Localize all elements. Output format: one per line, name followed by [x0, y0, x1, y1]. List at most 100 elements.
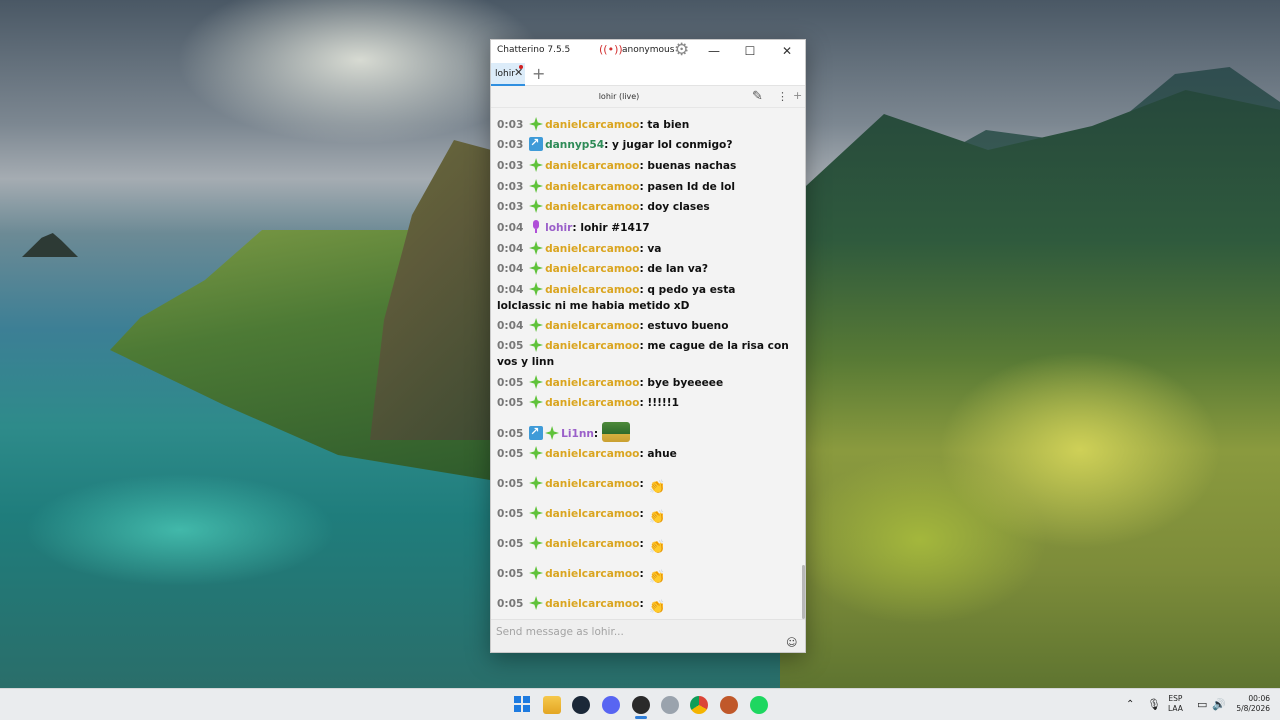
tab-lohir[interactable]: lohir ✕ [491, 63, 525, 86]
discord-icon[interactable] [602, 696, 620, 714]
chat-message[interactable]: 0:04 danielcarcamoo: de lan va? [497, 261, 793, 278]
volume-icon[interactable]: 🔊 [1212, 698, 1226, 711]
subscriber-badge-icon[interactable] [529, 536, 544, 550]
subscriber-badge-icon[interactable] [529, 446, 544, 460]
message-username[interactable]: danielcarcamoo [545, 201, 639, 213]
subscriber-badge-icon[interactable] [529, 199, 544, 213]
subscriber-badge-icon[interactable] [529, 506, 544, 520]
network-icon[interactable]: ▭ [1197, 698, 1207, 711]
chat-message[interactable]: 0:03 dannyp54: y jugar lol conmigo? [497, 135, 793, 154]
message-username[interactable]: danielcarcamoo [545, 284, 639, 296]
clap-emote-icon[interactable]: 👏 [647, 479, 667, 497]
chat-message[interactable]: 0:05 Li1nn: [497, 422, 793, 443]
vip-badge-icon[interactable] [529, 135, 544, 151]
message-username[interactable]: danielcarcamoo [545, 508, 639, 520]
message-text: bye byeeeee [647, 377, 724, 389]
message-input[interactable]: Send message as lohir... ☺ [491, 619, 805, 652]
add-split-icon[interactable]: + [793, 89, 802, 102]
frog-emote-icon[interactable] [601, 422, 630, 442]
file-explorer-icon[interactable] [543, 696, 561, 714]
message-username[interactable]: danielcarcamoo [545, 448, 639, 460]
subscriber-badge-icon[interactable] [529, 158, 544, 172]
message-username[interactable]: danielcarcamoo [545, 568, 639, 580]
subscriber-badge-icon[interactable] [529, 566, 544, 580]
maximize-button[interactable]: ☐ [733, 40, 767, 63]
chrome-icon[interactable] [690, 696, 708, 714]
chat-message[interactable]: 0:04 danielcarcamoo: va [497, 241, 793, 258]
add-tab-button[interactable]: + [532, 63, 545, 85]
chat-messages[interactable]: 0:03 danielcarcamoo: ta bien 0:03 dannyp… [491, 109, 805, 619]
message-username[interactable]: danielcarcamoo [545, 181, 639, 193]
subscriber-badge-icon[interactable] [529, 395, 544, 409]
gear-icon[interactable]: ⚙ [674, 41, 689, 59]
subscriber-badge-icon[interactable] [529, 241, 544, 255]
chat-message[interactable]: 0:05 danielcarcamoo: 👏 [497, 536, 793, 557]
subscriber-badge-icon[interactable] [529, 261, 544, 275]
chat-message[interactable]: 0:03 danielcarcamoo: ta bien [497, 117, 793, 134]
message-username[interactable]: danielcarcamoo [545, 263, 639, 275]
account-name[interactable]: anonymous [622, 45, 674, 55]
subscriber-badge-icon[interactable] [529, 282, 544, 296]
edit-icon[interactable]: ✎ [752, 89, 763, 104]
clap-emote-icon[interactable]: 👏 [647, 569, 667, 587]
windows-start-icon[interactable] [514, 696, 530, 712]
message-username[interactable]: dannyp54 [545, 139, 604, 151]
message-username[interactable]: danielcarcamoo [545, 598, 639, 610]
microphone-icon[interactable]: 🎙 [1147, 698, 1161, 711]
message-username[interactable]: danielcarcamoo [545, 538, 639, 550]
subscriber-badge-icon[interactable] [529, 375, 544, 389]
chat-scrollbar[interactable] [802, 565, 805, 619]
message-username[interactable]: lohir [545, 222, 572, 234]
chat-message[interactable]: 0:04 lohir: lohir #1417 [497, 220, 793, 237]
app-taskbar-icon[interactable] [661, 696, 679, 714]
split-header[interactable]: lohir (live) ✎ ⋮ + [491, 86, 805, 108]
chat-message[interactable]: 0:03 danielcarcamoo: buenas nachas [497, 158, 793, 175]
chat-message[interactable]: 0:05 danielcarcamoo: me cague de la risa… [497, 338, 793, 370]
chat-message[interactable]: 0:04 danielcarcamoo: estuvo bueno [497, 318, 793, 335]
message-username[interactable]: danielcarcamoo [545, 243, 639, 255]
emoji-picker-icon[interactable]: ☺ [786, 636, 797, 649]
chat-message[interactable]: 0:05 danielcarcamoo: !!!!!1 [497, 395, 793, 412]
chat-message[interactable]: 0:05 danielcarcamoo: bye byeeeee [497, 375, 793, 392]
chat-message[interactable]: 0:03 danielcarcamoo: doy clases [497, 199, 793, 216]
message-username[interactable]: danielcarcamoo [545, 119, 639, 131]
tray-chevron-up-icon[interactable]: ⌃ [1126, 699, 1134, 710]
minimize-button[interactable]: — [697, 40, 731, 63]
message-username[interactable]: danielcarcamoo [545, 340, 639, 352]
close-button[interactable]: ✕ [770, 40, 804, 63]
chat-message[interactable]: 0:03 danielcarcamoo: pasen Id de lol [497, 179, 793, 196]
subscriber-badge-icon[interactable] [529, 117, 544, 131]
live-broadcast-icon[interactable]: ((•)) [599, 43, 623, 56]
system-clock[interactable]: 00:06 5/8/2026 [1228, 694, 1270, 714]
message-username[interactable]: danielcarcamoo [545, 478, 639, 490]
vip-badge-icon[interactable] [529, 424, 544, 440]
chat-message[interactable]: 0:05 danielcarcamoo: 👏 [497, 596, 793, 617]
message-username[interactable]: danielcarcamoo [545, 320, 639, 332]
chat-message[interactable]: 0:05 danielcarcamoo: ahue [497, 446, 793, 463]
message-username[interactable]: danielcarcamoo [545, 397, 639, 409]
clap-emote-icon[interactable]: 👏 [647, 599, 667, 617]
subscriber-badge-icon[interactable] [545, 426, 560, 440]
chat-message[interactable]: 0:05 danielcarcamoo: 👏 [497, 506, 793, 527]
split-menu-icon[interactable]: ⋮ [777, 90, 788, 103]
language-indicator[interactable]: ESP LAA [1168, 694, 1183, 714]
message-username[interactable]: Li1nn [561, 428, 594, 440]
spotify-icon[interactable] [750, 696, 768, 714]
message-username[interactable]: danielcarcamoo [545, 160, 639, 172]
clap-emote-icon[interactable]: 👏 [647, 509, 667, 527]
subscriber-badge-icon[interactable] [529, 596, 544, 610]
chat-message[interactable]: 0:05 danielcarcamoo: 👏 [497, 566, 793, 587]
chatterino-taskbar-icon[interactable] [632, 696, 650, 714]
clap-emote-icon[interactable]: 👏 [647, 539, 667, 557]
steam-icon[interactable] [572, 696, 590, 714]
chat-message[interactable]: 0:05 danielcarcamoo: 👏 [497, 476, 793, 497]
app-taskbar-icon-2[interactable] [720, 696, 738, 714]
message-username[interactable]: danielcarcamoo [545, 377, 639, 389]
chat-message[interactable]: 0:04 danielcarcamoo: q pedo ya esta lolc… [497, 282, 793, 314]
title-bar[interactable]: Chatterino 7.5.5 ((•)) anonymous ⚙ — ☐ ✕ [491, 40, 805, 63]
subscriber-badge-icon[interactable] [529, 179, 544, 193]
subscriber-badge-icon[interactable] [529, 318, 544, 332]
subscriber-badge-icon[interactable] [529, 338, 544, 352]
broadcaster-mic-icon[interactable] [529, 220, 543, 234]
subscriber-badge-icon[interactable] [529, 476, 544, 490]
